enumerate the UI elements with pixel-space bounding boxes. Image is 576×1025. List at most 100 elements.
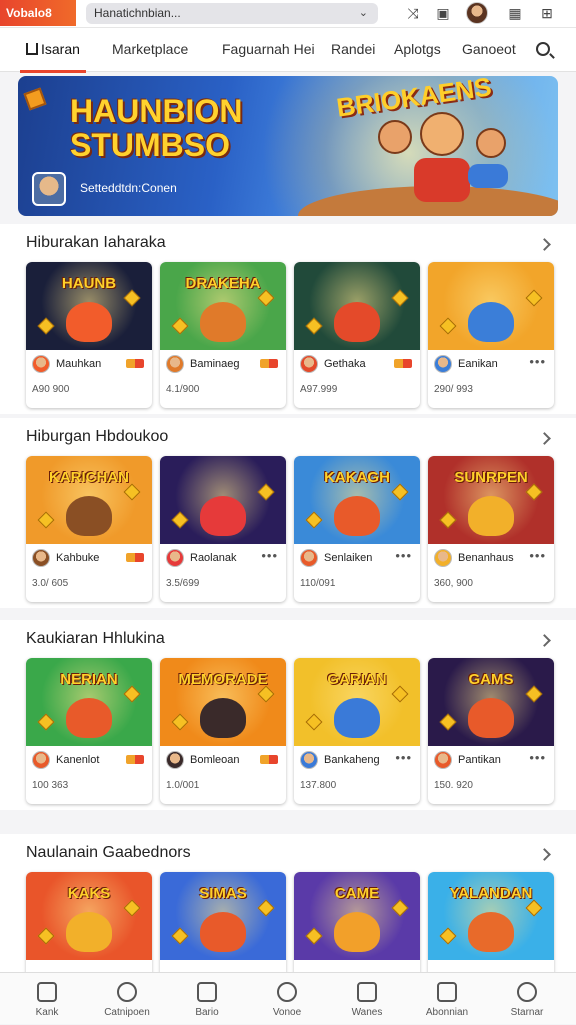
more-icon[interactable]: ••• xyxy=(529,750,546,765)
refresh-icon xyxy=(117,982,137,1002)
creator-avatar[interactable] xyxy=(300,355,318,373)
thumbnail-label: YALANDAN xyxy=(449,885,533,902)
coin-icon xyxy=(439,511,457,529)
chevron-right-icon[interactable] xyxy=(538,848,551,861)
coin-icon xyxy=(305,927,323,945)
tab-marketplace[interactable]: Marketplace xyxy=(112,41,188,57)
calendar-icon[interactable]: ▦ xyxy=(506,4,524,22)
chevron-down-icon[interactable]: ⌄ xyxy=(359,3,368,24)
tab-home[interactable]: Isaran xyxy=(20,41,86,73)
section-title[interactable]: Naulanain Gaabednors xyxy=(26,844,191,862)
game-card[interactable]: KAKAGH Senlaiken ••• 110/091 xyxy=(294,456,420,602)
bottom-nav-item[interactable]: Vonoe xyxy=(246,973,328,1025)
image-icon[interactable]: ▣ xyxy=(434,4,452,22)
game-card[interactable]: MEMORADE Bomleoan 1.0/001 xyxy=(160,658,286,804)
creator-avatar[interactable] xyxy=(434,751,452,769)
game-thumbnail[interactable] xyxy=(294,262,420,350)
coin-icon xyxy=(257,483,275,501)
game-thumbnail[interactable]: HAUNB xyxy=(26,262,152,350)
more-icon[interactable]: ••• xyxy=(261,548,278,563)
character-art xyxy=(334,302,380,342)
hero-avatar[interactable] xyxy=(32,172,66,206)
bottom-nav-item[interactable]: Abonnian xyxy=(406,973,488,1025)
grid-icon[interactable]: ⊞ xyxy=(538,4,556,22)
bottom-nav-item[interactable]: Wanes xyxy=(326,973,408,1025)
game-card[interactable]: HAUNB Mauhkan A90 900 xyxy=(26,262,152,408)
creator-avatar[interactable] xyxy=(32,549,50,567)
game-card[interactable]: Eanikan ••• 290/ 993 xyxy=(428,262,554,408)
avatar[interactable] xyxy=(466,2,488,24)
game-thumbnail[interactable] xyxy=(160,456,286,544)
coin-icon xyxy=(123,685,141,703)
game-thumbnail[interactable]: YALANDAN xyxy=(428,872,554,960)
game-thumbnail[interactable]: KAKS xyxy=(26,872,152,960)
character-art xyxy=(334,912,380,952)
character-art xyxy=(200,912,246,952)
coin-icon xyxy=(305,317,323,335)
game-thumbnail[interactable]: GARIAN xyxy=(294,658,420,746)
tab-3[interactable]: Faguarnah Hei xyxy=(222,41,315,57)
chevron-right-icon[interactable] xyxy=(538,238,551,251)
creator-avatar[interactable] xyxy=(300,751,318,769)
character-art xyxy=(468,912,514,952)
game-name: Senlaiken xyxy=(324,552,373,564)
brand-logo[interactable]: Vobalo8 xyxy=(0,0,76,26)
creator-avatar[interactable] xyxy=(434,355,452,373)
coin-icon xyxy=(305,511,323,529)
chevron-right-icon[interactable] xyxy=(538,634,551,647)
coin-icon xyxy=(257,899,275,917)
game-thumbnail[interactable] xyxy=(428,262,554,350)
flag-badge xyxy=(126,553,144,562)
coin-icon xyxy=(525,289,543,307)
section-title[interactable]: Kaukiaran Hhlukina xyxy=(26,630,165,648)
game-thumbnail[interactable]: MEMORADE xyxy=(160,658,286,746)
section-title[interactable]: Hiburgan Hbdoukoo xyxy=(26,428,168,446)
game-card[interactable]: GARIAN Bankaheng ••• 137.800 xyxy=(294,658,420,804)
creator-avatar[interactable] xyxy=(300,549,318,567)
game-thumbnail[interactable]: NERIAN xyxy=(26,658,152,746)
game-thumbnail[interactable]: GAMS xyxy=(428,658,554,746)
game-card[interactable]: Raolanak ••• 3.5/699 xyxy=(160,456,286,602)
more-icon[interactable]: ••• xyxy=(529,354,546,369)
bottom-nav-item[interactable]: Catnipoen xyxy=(86,973,168,1025)
game-card[interactable]: GAMS Pantikan ••• 150. 920 xyxy=(428,658,554,804)
game-thumbnail[interactable]: SUNRPEN xyxy=(428,456,554,544)
character-art xyxy=(334,698,380,738)
shuffle-icon[interactable]: ⤨ xyxy=(404,4,422,22)
chevron-right-icon[interactable] xyxy=(538,432,551,445)
game-thumbnail[interactable]: CAME xyxy=(294,872,420,960)
bottom-nav-item[interactable]: Bario xyxy=(166,973,248,1025)
tab-5[interactable]: Aplotgs xyxy=(394,41,441,57)
creator-avatar[interactable] xyxy=(434,549,452,567)
game-thumbnail[interactable]: KARICHAN xyxy=(26,456,152,544)
hero-banner[interactable]: HAUNBION STUMBSO BRIOKAENS Setteddtdn:Co… xyxy=(18,76,558,216)
game-stat: 4.1/900 xyxy=(166,384,200,395)
bottom-nav-item[interactable]: Kank xyxy=(6,973,88,1025)
game-thumbnail[interactable]: SIMAS xyxy=(160,872,286,960)
tab-4[interactable]: Randei xyxy=(331,41,375,57)
game-card[interactable]: DRAKEHA Baminaeg 4.1/900 xyxy=(160,262,286,408)
game-card[interactable]: Gethaka A97.999 xyxy=(294,262,420,408)
address-bar[interactable]: Hanatichnbian... ⌄ xyxy=(86,3,378,24)
creator-avatar[interactable] xyxy=(166,751,184,769)
coin-icon xyxy=(525,483,543,501)
game-card[interactable]: SUNRPEN Benanhaus ••• 360, 900 xyxy=(428,456,554,602)
more-icon[interactable]: ••• xyxy=(395,750,412,765)
game-card[interactable]: KARICHAN Kahbuke 3.0/ 605 xyxy=(26,456,152,602)
more-icon[interactable]: ••• xyxy=(395,548,412,563)
character-art xyxy=(200,496,246,536)
bottom-nav-item[interactable]: Starnar xyxy=(486,973,568,1025)
game-stat: A97.999 xyxy=(300,384,338,395)
tab-6[interactable]: Ganoeot xyxy=(462,41,516,57)
more-icon[interactable]: ••• xyxy=(529,548,546,563)
section-title[interactable]: Hiburakan Iaharaka xyxy=(26,234,166,252)
search-icon[interactable] xyxy=(536,42,550,56)
thumbnail-label: HAUNB xyxy=(61,275,117,292)
creator-avatar[interactable] xyxy=(32,751,50,769)
game-card[interactable]: NERIAN Kanenlot 100 363 xyxy=(26,658,152,804)
creator-avatar[interactable] xyxy=(166,549,184,567)
creator-avatar[interactable] xyxy=(32,355,50,373)
game-thumbnail[interactable]: KAKAGH xyxy=(294,456,420,544)
game-thumbnail[interactable]: DRAKEHA xyxy=(160,262,286,350)
creator-avatar[interactable] xyxy=(166,355,184,373)
